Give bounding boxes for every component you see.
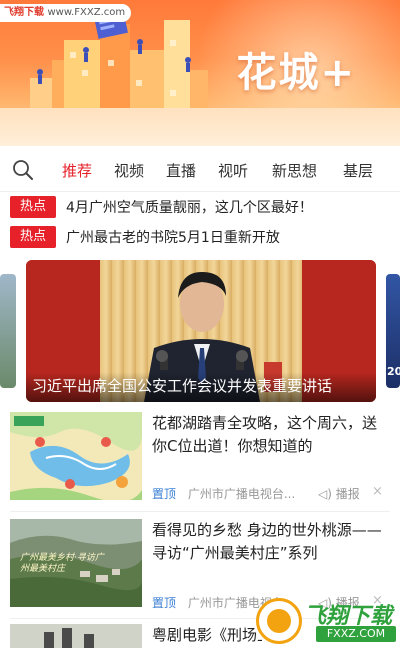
news-thumbnail-map[interactable] — [10, 412, 142, 500]
news-meta: 置顶 广州市广播电视台... ◁) 播报 × — [152, 484, 383, 502]
search-icon[interactable] — [12, 159, 34, 181]
hot-news-title[interactable]: 4月广州空气质量靓丽，这几个区最好！ — [66, 197, 313, 217]
tab-recommend[interactable]: 推荐 — [62, 160, 92, 181]
logo-circle-icon — [256, 598, 302, 644]
news-title[interactable]: 看得见的乡愁 身边的世外桃源——寻访“广州最美村庄”系列 — [152, 519, 388, 565]
watermark-url: www.FXXZ.com — [47, 7, 126, 18]
list-divider — [10, 511, 390, 512]
news-thumbnail-opera[interactable] — [10, 624, 142, 648]
tab-audiovisual[interactable]: 视听 — [218, 160, 248, 181]
pinned-label: 置顶 — [152, 596, 177, 610]
pinned-label: 置顶 — [152, 487, 177, 501]
site-watermark-logo: 飞翔下载 FXXZ.COM — [256, 596, 400, 648]
speaker-icon: ◁) — [318, 487, 332, 501]
watermark-main: 飞翔下载 — [4, 7, 44, 18]
broadcast-label: 播报 — [335, 487, 360, 501]
banner-ground — [0, 108, 400, 146]
next-card-label: 20 — [387, 365, 400, 378]
channel-tabs: 推荐 视频 直播 视听 新思想 基层 — [0, 146, 400, 192]
tab-live[interactable]: 直播 — [166, 160, 196, 181]
broadcast-button[interactable]: ◁) 播报 — [318, 485, 360, 502]
logo-site: FXXZ.COM — [316, 626, 396, 642]
tab-new-thought[interactable]: 新思想 — [272, 160, 317, 181]
tab-video[interactable]: 视频 — [114, 160, 144, 181]
close-icon[interactable]: × — [372, 484, 383, 499]
tab-grassroots[interactable]: 基层 — [343, 160, 373, 181]
watermark-badge: 飞翔下载 www.FXXZ.com — [0, 4, 132, 22]
hot-news-title[interactable]: 广州最古老的书院5月1日重新开放 — [66, 227, 280, 247]
carousel-next-card[interactable]: 20 — [386, 274, 400, 388]
news-title[interactable]: 花都湖踏青全攻略，这个周六，送你C位出道！你想知道的 — [152, 412, 388, 458]
hot-news-item[interactable]: 热点 广州最古老的书院5月1日重新开放 — [0, 224, 400, 252]
news-thumbnail-village[interactable]: 广州最美乡村·寻访广州最美村庄 — [10, 519, 142, 607]
thumbnail-caption: 广州最美乡村·寻访广州最美村庄 — [20, 553, 104, 574]
featured-carousel[interactable]: 习近平出席全国公安工作会议并发表重要讲话 20 — [0, 260, 400, 402]
news-title[interactable]: 粤剧电影《刑场上的婚礼》 — [152, 624, 262, 647]
carousel-main-card[interactable]: 习近平出席全国公安工作会议并发表重要讲话 — [26, 260, 376, 402]
hot-news-item[interactable]: 热点 4月广州空气质量靓丽，这几个区最好！ — [0, 194, 400, 222]
hot-badge: 热点 — [10, 196, 56, 218]
carousel-prev-card[interactable] — [0, 274, 16, 388]
hot-badge: 热点 — [10, 226, 56, 248]
news-source: 广州市广播电视台... — [187, 487, 296, 501]
header-banner: 花城+ 飞翔下载 www.FXXZ.com — [0, 0, 400, 146]
carousel-caption: 习近平出席全国公安工作会议并发表重要讲话 — [32, 377, 333, 395]
brand-title: 花城+ — [236, 50, 356, 96]
news-item[interactable]: 花都湖踏青全攻略，这个周六，送你C位出道！你想知道的 置顶 广州市广播电视台..… — [0, 410, 400, 510]
